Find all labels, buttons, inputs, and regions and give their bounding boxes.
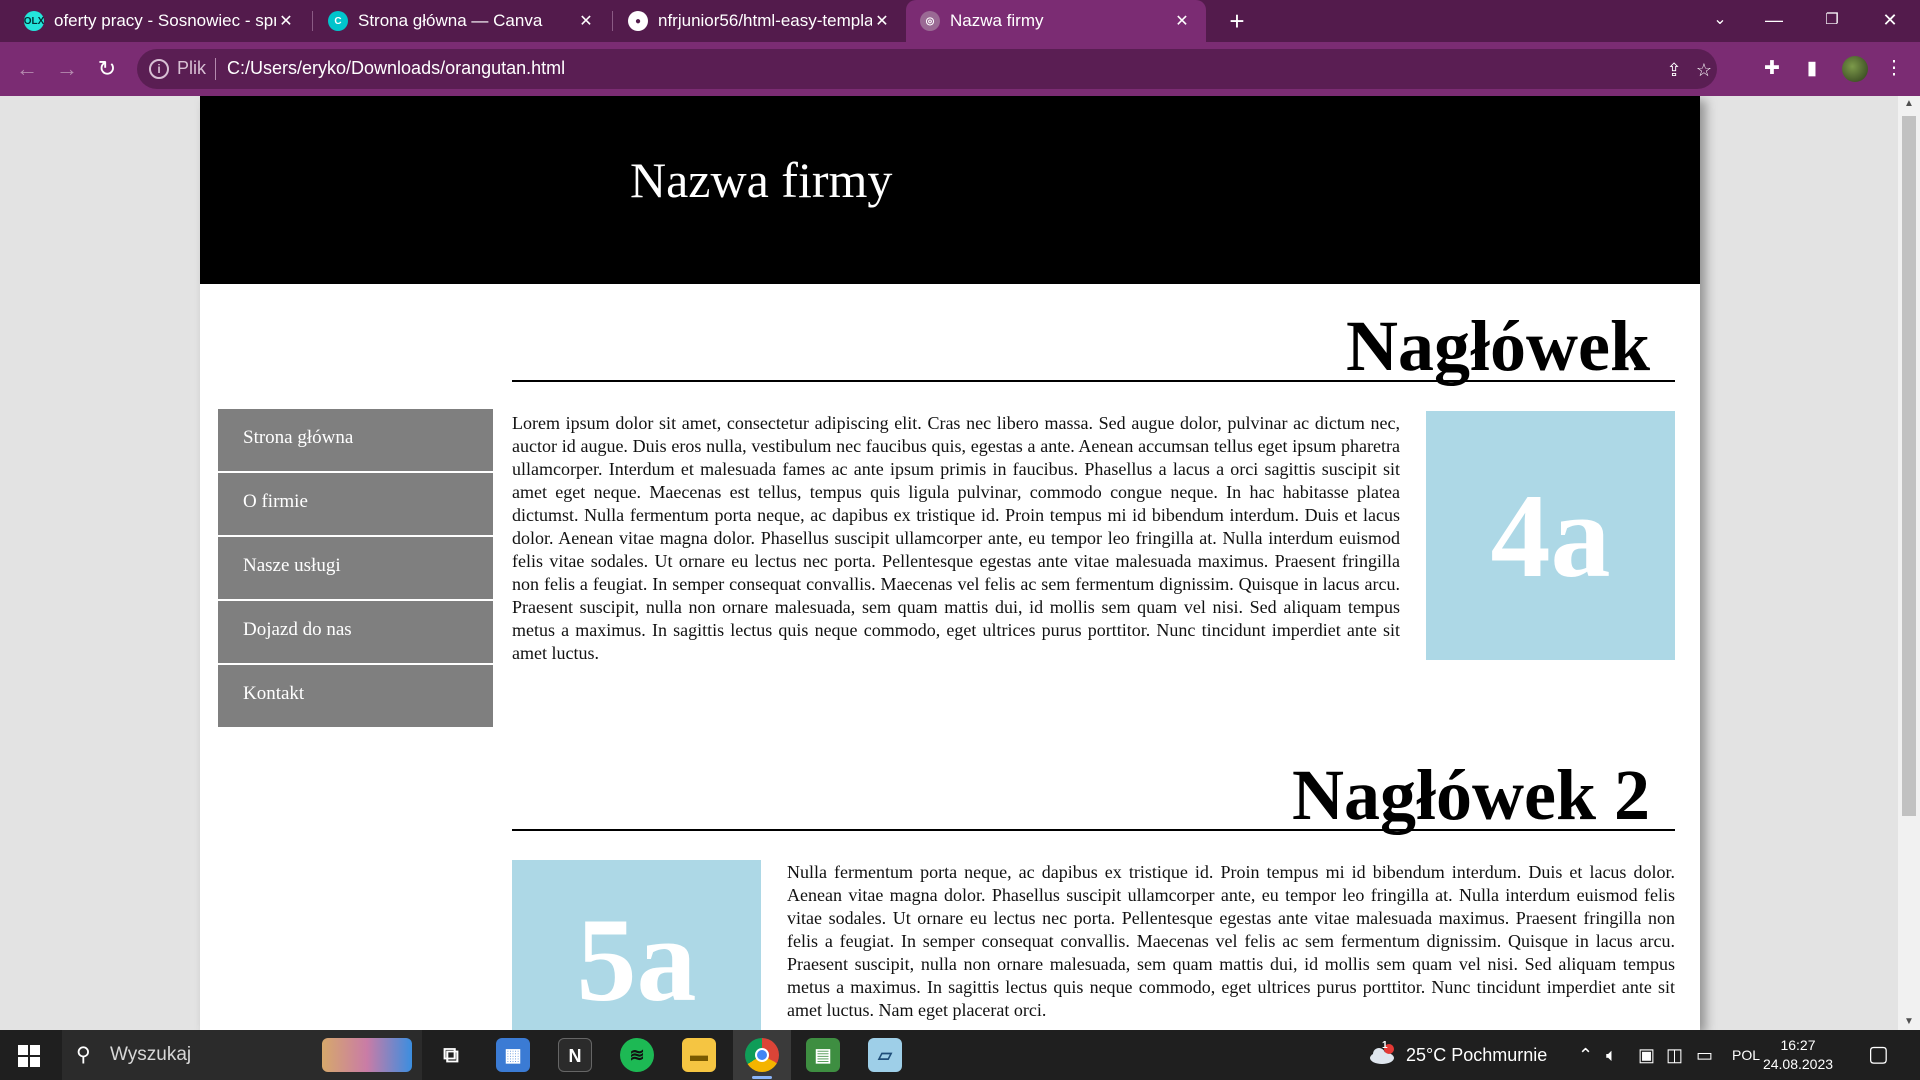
close-tab-icon[interactable]: ✕ <box>872 11 892 31</box>
spotify-icon[interactable]: ≋ <box>620 1038 654 1072</box>
star-icon[interactable]: ☆ <box>1693 59 1715 81</box>
tab-search-chevron-icon[interactable]: ⌄ <box>1692 0 1748 40</box>
tab-separator <box>612 11 613 31</box>
share-icon[interactable]: ⇪ <box>1663 59 1685 81</box>
scheme-label: Plik <box>177 58 207 78</box>
section-heading-1: Nagłówek <box>512 310 1675 382</box>
menu-item-directions[interactable]: Dojazd do nas <box>218 601 493 663</box>
menu-item-contact[interactable]: Kontakt <box>218 665 493 727</box>
divider <box>215 58 216 80</box>
olx-icon: OLX <box>24 11 44 31</box>
scroll-thumb[interactable] <box>1902 116 1916 816</box>
page-scrollbar[interactable]: ▲ ▼ <box>1898 96 1920 1030</box>
close-tab-icon[interactable]: ✕ <box>1172 11 1192 31</box>
tray-chevron-up-icon[interactable]: ⌃ <box>1578 1045 1593 1066</box>
weather-alert-badge: 1 <box>1382 1040 1388 1051</box>
calculator-icon[interactable]: ▦ <box>496 1038 530 1072</box>
network-icon[interactable]: ◫ <box>1666 1045 1683 1066</box>
menu-kebab-icon[interactable]: ⋮ <box>1882 57 1906 81</box>
battery-icon[interactable]: ▭ <box>1696 1045 1713 1066</box>
profile-avatar[interactable] <box>1842 56 1868 82</box>
tab-title: nfrjunior56/html-easy-template1 <box>658 11 872 30</box>
canva-icon: C <box>328 11 348 31</box>
tab-canva[interactable]: C Strona główna — Canva ✕ <box>314 0 610 42</box>
menu-item-home[interactable]: Strona główna <box>218 409 493 471</box>
tab-title: Strona główna — Canva <box>358 11 543 30</box>
clock-time: 16:27 <box>1780 1037 1816 1053</box>
tab-title: oferty pracy - Sosnowiec - spraw <box>54 11 276 30</box>
section-text-1: Lorem ipsum dolor sit amet, consectetur … <box>512 413 1400 663</box>
language-indicator[interactable]: POL <box>1732 1047 1760 1063</box>
reload-button[interactable]: ↻ <box>92 54 122 84</box>
address-bar[interactable]: i Plik C:/Users/eryko/Downloads/oranguta… <box>137 49 1717 89</box>
minimize-button[interactable]: — <box>1746 0 1802 40</box>
extensions-icon[interactable]: ✚ <box>1760 57 1784 81</box>
search-placeholder: Wyszukaj <box>110 1044 192 1065</box>
volume-icon[interactable]: 🔈︎ <box>1606 1045 1617 1066</box>
windows-taskbar: ⚲ Wyszukaj ⧉ ▦ N ≋ ▬ ▤ ▱ 1 25°C Pochmurn… <box>0 1030 1920 1080</box>
scroll-up-icon[interactable]: ▲ <box>1898 96 1920 112</box>
image-viewer-icon[interactable]: ▤ <box>806 1038 840 1072</box>
github-icon: ● <box>628 11 648 31</box>
menu-item-services[interactable]: Nasze usługi <box>218 537 493 599</box>
windows-logo-icon <box>18 1045 28 1055</box>
weather-text[interactable]: 25°C Pochmurnie <box>1406 1045 1547 1066</box>
close-window-button[interactable]: ✕ <box>1862 0 1918 40</box>
search-icon: ⚲ <box>76 1044 91 1066</box>
side-menu: Strona główna O firmie Nasze usługi Doja… <box>218 409 493 729</box>
new-tab-button[interactable]: + <box>1222 6 1252 36</box>
tab-nazwa-firmy[interactable]: ◎ Nazwa firmy ✕ <box>906 0 1206 42</box>
info-icon[interactable]: i <box>149 59 169 79</box>
browser-toolbar: ← → ↻ i Plik C:/Users/eryko/Downloads/or… <box>0 42 1920 96</box>
scroll-down-icon[interactable]: ▼ <box>1898 1014 1920 1030</box>
tab-separator <box>312 11 313 31</box>
section-heading-2: Nagłówek 2 <box>512 759 1675 831</box>
taskbar-search[interactable]: ⚲ Wyszukaj <box>62 1030 422 1080</box>
clock[interactable]: 16:27 24.08.2023 <box>1758 1036 1838 1074</box>
task-view-icon[interactable]: ⧉ <box>434 1038 468 1072</box>
side-panel-icon[interactable]: ▮ <box>1800 57 1824 81</box>
tab-strip: OLX oferty pracy - Sosnowiec - spraw ✕ C… <box>0 0 1920 42</box>
start-button[interactable] <box>18 1045 40 1067</box>
chrome-icon[interactable] <box>745 1038 779 1072</box>
site-container: Nazwa firmy Strona główna O firmie Nasze… <box>200 96 1700 1030</box>
restore-button[interactable]: ❐ <box>1804 0 1860 40</box>
back-button[interactable]: ← <box>12 54 42 84</box>
notion-icon[interactable]: N <box>558 1038 592 1072</box>
close-tab-icon[interactable]: ✕ <box>576 11 596 31</box>
notifications-icon[interactable]: ▢ <box>1868 1041 1889 1067</box>
url-text[interactable]: C:/Users/eryko/Downloads/orangutan.html <box>227 58 565 79</box>
image-tile-4a: 4a <box>1426 411 1675 660</box>
file-explorer-icon[interactable]: ▬ <box>682 1038 716 1072</box>
active-app-indicator <box>752 1076 772 1079</box>
tab-title: Nazwa firmy <box>950 11 1044 30</box>
company-name: Nazwa firmy <box>630 152 893 208</box>
notepad-icon[interactable]: ▱ <box>868 1038 902 1072</box>
tab-github[interactable]: ● nfrjunior56/html-easy-template1 ✕ <box>614 0 906 42</box>
clock-date: 24.08.2023 <box>1762 1056 1834 1072</box>
site-header: Nazwa firmy <box>200 96 1700 284</box>
menu-item-about[interactable]: O firmie <box>218 473 493 535</box>
image-tile-5a: 5a <box>512 860 761 1030</box>
meet-icon[interactable]: ▣ <box>1638 1045 1655 1066</box>
page-viewport: Nazwa firmy Strona główna O firmie Nasze… <box>0 96 1898 1030</box>
close-tab-icon[interactable]: ✕ <box>276 11 296 31</box>
globe-icon: ◎ <box>920 11 940 31</box>
tab-olx[interactable]: OLX oferty pracy - Sosnowiec - spraw ✕ <box>10 0 310 42</box>
forward-button[interactable]: → <box>52 54 82 84</box>
search-highlight-image <box>322 1038 412 1072</box>
section-text-2: Nulla fermentum porta neque, ac dapibus … <box>787 862 1675 1020</box>
